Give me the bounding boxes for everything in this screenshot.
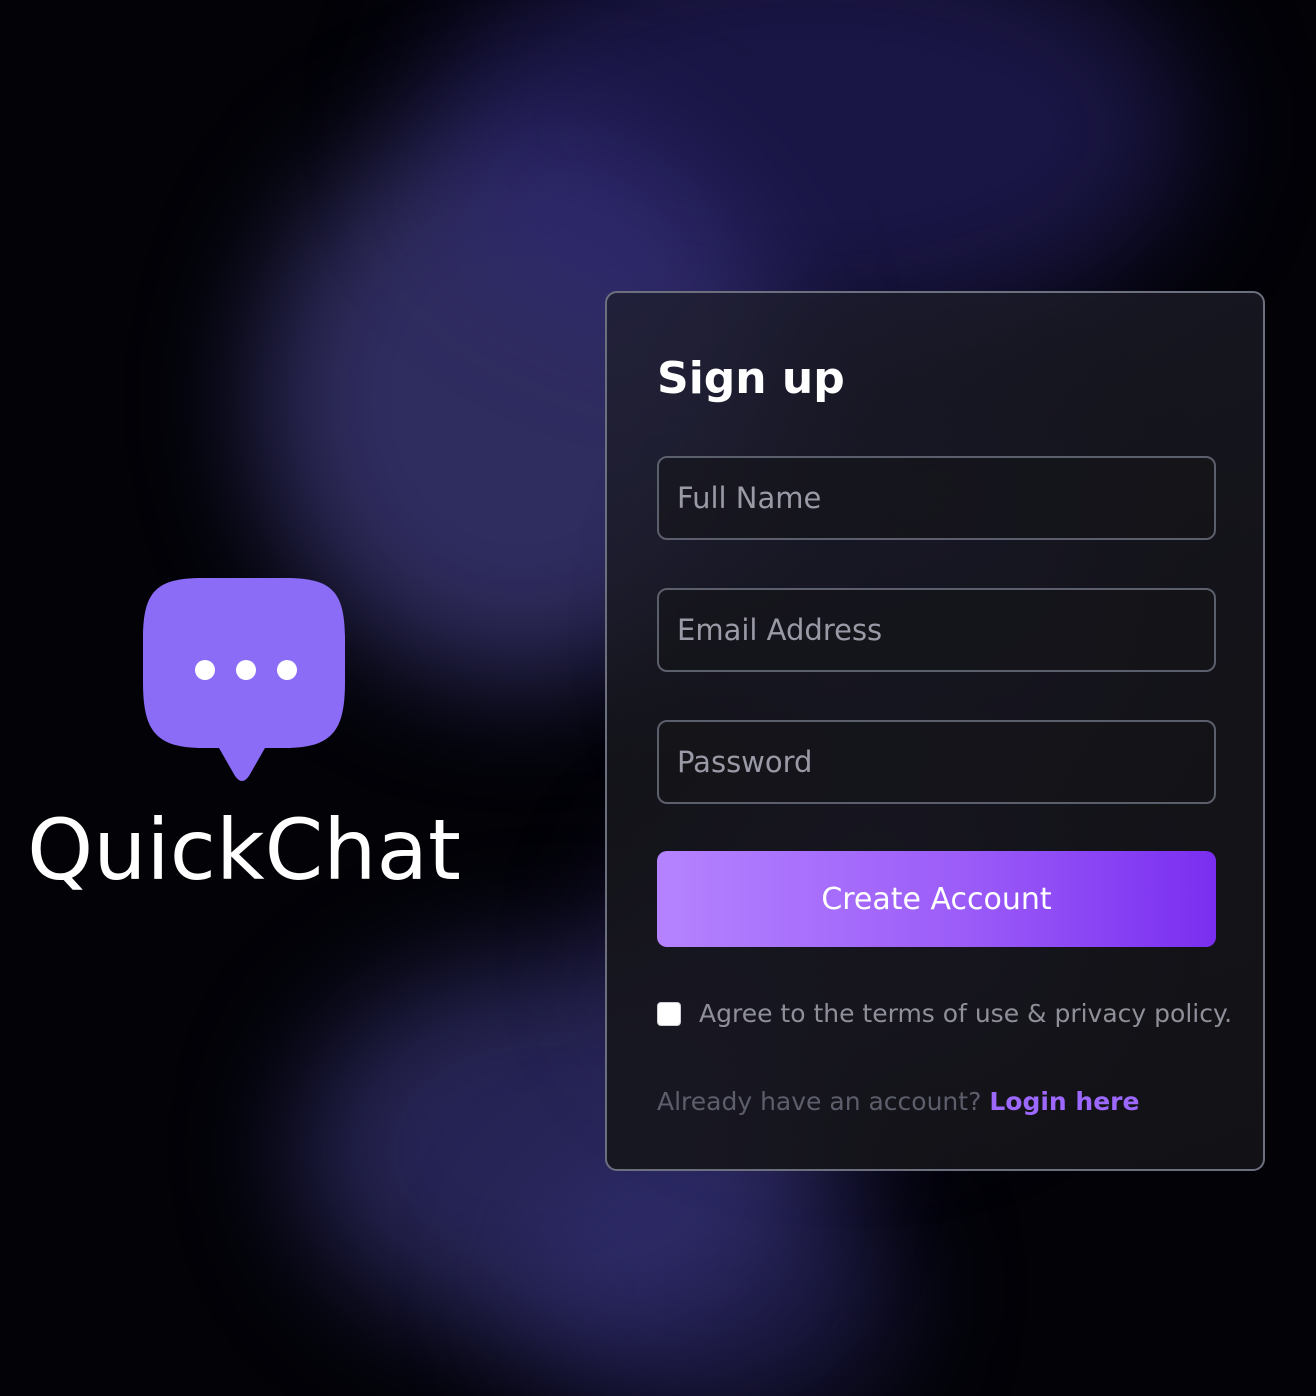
login-prompt-text: Already have an account? [657, 1087, 982, 1116]
terms-agreement[interactable]: Agree to the terms of use & privacy poli… [657, 999, 1232, 1028]
terms-checkbox[interactable] [657, 1001, 681, 1026]
chat-bubble-dots-icon [143, 578, 345, 781]
brand-name: QuickChat [27, 801, 461, 899]
full-name-input[interactable] [657, 456, 1216, 540]
brand-logo: QuickChat [24, 572, 464, 896]
terms-label: Agree to the terms of use & privacy poli… [699, 999, 1233, 1028]
create-account-button[interactable]: Create Account [657, 851, 1216, 947]
login-prompt-row: Already have an account? Login here [657, 1087, 1139, 1116]
email-input[interactable] [657, 588, 1216, 672]
signup-form: Sign up Create Account Agree to the term… [605, 291, 1265, 1171]
password-input[interactable] [657, 720, 1216, 804]
login-link[interactable]: Login here [989, 1087, 1139, 1116]
signup-page: QuickChat Sign up Create Account Agree t… [0, 0, 1316, 1396]
form-title: Sign up [657, 353, 845, 404]
